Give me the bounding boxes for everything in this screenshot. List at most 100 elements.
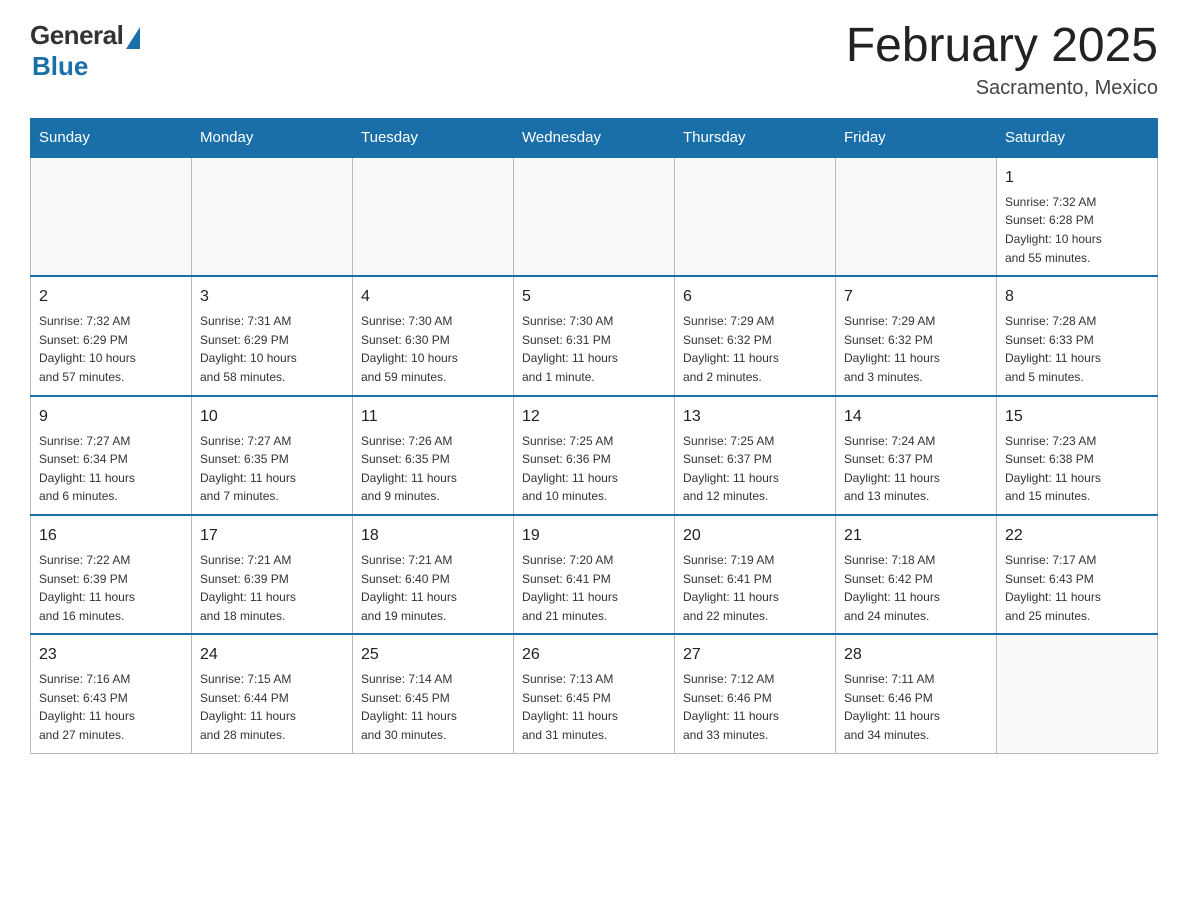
calendar-cell: 7Sunrise: 7:29 AM Sunset: 6:32 PM Daylig… [836, 276, 997, 395]
month-title: February 2025 [846, 20, 1158, 73]
calendar-cell: 6 Sunrise: 7:29 AM Sunset: 6:32 PM Daylig… [675, 276, 836, 395]
day-number: 3 [200, 285, 344, 309]
week-row: 2 Sunrise: 7:32 AM Sunset: 6:29 PM Daylig… [31, 276, 1158, 395]
calendar-cell: 8 Sunrise: 7:28 AM Sunset: 6:33 PM Daylig… [997, 276, 1158, 395]
day-number: 6 [683, 285, 827, 309]
day-number: 8 [1005, 285, 1149, 309]
day-info: Sunrise: 7:27 AM Sunset: 6:35 PM Dayligh… [200, 432, 344, 506]
title-block: February 2025 Sacramento, Mexico [846, 20, 1158, 100]
calendar-cell: 12Sunrise: 7:25 AM Sunset: 6:36 PM Dayli… [514, 396, 675, 515]
day-number: 7 [844, 285, 988, 309]
day-info: Sunrise: 7:13 AM Sunset: 6:45 PM Dayligh… [522, 670, 666, 744]
day-info: Sunrise: 7:18 AM Sunset: 6:42 PM Dayligh… [844, 551, 988, 625]
day-info: Sunrise: 7:25 AM Sunset: 6:37 PM Dayligh… [683, 432, 827, 506]
col-wednesday: Wednesday [514, 118, 675, 157]
logo-triangle-icon [126, 27, 140, 49]
page-header: General Blue February 2025 Sacramento, M… [30, 20, 1158, 100]
day-info: Sunrise: 7:21 AM Sunset: 6:39 PM Dayligh… [200, 551, 344, 625]
location-title: Sacramento, Mexico [846, 77, 1158, 100]
logo: General Blue [30, 20, 140, 82]
calendar-cell [192, 157, 353, 276]
day-info: Sunrise: 7:14 AM Sunset: 6:45 PM Dayligh… [361, 670, 505, 744]
calendar-cell: 26 Sunrise: 7:13 AM Sunset: 6:45 PM Dayli… [514, 634, 675, 753]
day-number: 2 [39, 285, 183, 309]
day-info: Sunrise: 7:32 AM Sunset: 6:28 PM Dayligh… [1005, 193, 1149, 267]
day-info: Sunrise: 7:30 AM Sunset: 6:31 PM Dayligh… [522, 312, 666, 386]
day-number: 27 [683, 643, 827, 667]
week-row: 23 Sunrise: 7:16 AM Sunset: 6:43 PM Dayli… [31, 634, 1158, 753]
day-number: 19 [522, 524, 666, 548]
calendar-cell [353, 157, 514, 276]
day-number: 24 [200, 643, 344, 667]
day-number: 22 [1005, 524, 1149, 548]
week-row: 9Sunrise: 7:27 AM Sunset: 6:34 PM Daylig… [31, 396, 1158, 515]
day-number: 26 [522, 643, 666, 667]
day-info: Sunrise: 7:19 AM Sunset: 6:41 PM Dayligh… [683, 551, 827, 625]
day-info: Sunrise: 7:12 AM Sunset: 6:46 PM Dayligh… [683, 670, 827, 744]
day-info: Sunrise: 7:23 AM Sunset: 6:38 PM Dayligh… [1005, 432, 1149, 506]
day-number: 11 [361, 405, 505, 429]
calendar-cell: 22 Sunrise: 7:17 AM Sunset: 6:43 PM Dayli… [997, 515, 1158, 634]
calendar-cell: 5 Sunrise: 7:30 AM Sunset: 6:31 PM Daylig… [514, 276, 675, 395]
day-number: 9 [39, 405, 183, 429]
calendar-cell: 23 Sunrise: 7:16 AM Sunset: 6:43 PM Dayli… [31, 634, 192, 753]
calendar-cell [997, 634, 1158, 753]
day-number: 15 [1005, 405, 1149, 429]
calendar-cell: 14 Sunrise: 7:24 AM Sunset: 6:37 PM Dayli… [836, 396, 997, 515]
calendar-cell: 1 Sunrise: 7:32 AM Sunset: 6:28 PM Daylig… [997, 157, 1158, 276]
col-monday: Monday [192, 118, 353, 157]
day-info: Sunrise: 7:21 AM Sunset: 6:40 PM Dayligh… [361, 551, 505, 625]
day-number: 13 [683, 405, 827, 429]
calendar-cell: 13 Sunrise: 7:25 AM Sunset: 6:37 PM Dayli… [675, 396, 836, 515]
col-thursday: Thursday [675, 118, 836, 157]
day-number: 23 [39, 643, 183, 667]
day-number: 14 [844, 405, 988, 429]
day-info: Sunrise: 7:15 AM Sunset: 6:44 PM Dayligh… [200, 670, 344, 744]
days-of-week-row: Sunday Monday Tuesday Wednesday Thursday… [31, 118, 1158, 157]
calendar-cell [31, 157, 192, 276]
calendar-cell: 18 Sunrise: 7:21 AM Sunset: 6:40 PM Dayli… [353, 515, 514, 634]
col-tuesday: Tuesday [353, 118, 514, 157]
calendar-cell: 9Sunrise: 7:27 AM Sunset: 6:34 PM Daylig… [31, 396, 192, 515]
calendar-cell: 28Sunrise: 7:11 AM Sunset: 6:46 PM Dayli… [836, 634, 997, 753]
day-number: 10 [200, 405, 344, 429]
logo-blue-text: Blue [32, 51, 88, 82]
day-info: Sunrise: 7:29 AM Sunset: 6:32 PM Dayligh… [683, 312, 827, 386]
logo-general-text: General [30, 20, 123, 51]
day-number: 18 [361, 524, 505, 548]
calendar-cell: 4Sunrise: 7:30 AM Sunset: 6:30 PM Daylig… [353, 276, 514, 395]
week-row: 16Sunrise: 7:22 AM Sunset: 6:39 PM Dayli… [31, 515, 1158, 634]
calendar-cell: 16Sunrise: 7:22 AM Sunset: 6:39 PM Dayli… [31, 515, 192, 634]
day-info: Sunrise: 7:31 AM Sunset: 6:29 PM Dayligh… [200, 312, 344, 386]
calendar-cell: 24 Sunrise: 7:15 AM Sunset: 6:44 PM Dayli… [192, 634, 353, 753]
calendar-cell: 11Sunrise: 7:26 AM Sunset: 6:35 PM Dayli… [353, 396, 514, 515]
day-info: Sunrise: 7:20 AM Sunset: 6:41 PM Dayligh… [522, 551, 666, 625]
week-row: 1 Sunrise: 7:32 AM Sunset: 6:28 PM Daylig… [31, 157, 1158, 276]
calendar-cell: 21 Sunrise: 7:18 AM Sunset: 6:42 PM Dayli… [836, 515, 997, 634]
day-info: Sunrise: 7:22 AM Sunset: 6:39 PM Dayligh… [39, 551, 183, 625]
day-info: Sunrise: 7:17 AM Sunset: 6:43 PM Dayligh… [1005, 551, 1149, 625]
calendar-cell: 2 Sunrise: 7:32 AM Sunset: 6:29 PM Daylig… [31, 276, 192, 395]
calendar-cell: 20 Sunrise: 7:19 AM Sunset: 6:41 PM Dayli… [675, 515, 836, 634]
day-info: Sunrise: 7:30 AM Sunset: 6:30 PM Dayligh… [361, 312, 505, 386]
calendar-cell: 10 Sunrise: 7:27 AM Sunset: 6:35 PM Dayli… [192, 396, 353, 515]
calendar-cell [836, 157, 997, 276]
calendar-table: Sunday Monday Tuesday Wednesday Thursday… [30, 118, 1158, 754]
calendar-cell: 19 Sunrise: 7:20 AM Sunset: 6:41 PM Dayli… [514, 515, 675, 634]
calendar-cell [514, 157, 675, 276]
day-info: Sunrise: 7:24 AM Sunset: 6:37 PM Dayligh… [844, 432, 988, 506]
calendar-cell: 27 Sunrise: 7:12 AM Sunset: 6:46 PM Dayli… [675, 634, 836, 753]
day-number: 21 [844, 524, 988, 548]
calendar-cell [675, 157, 836, 276]
col-friday: Friday [836, 118, 997, 157]
day-number: 20 [683, 524, 827, 548]
day-info: Sunrise: 7:16 AM Sunset: 6:43 PM Dayligh… [39, 670, 183, 744]
day-info: Sunrise: 7:11 AM Sunset: 6:46 PM Dayligh… [844, 670, 988, 744]
col-saturday: Saturday [997, 118, 1158, 157]
day-info: Sunrise: 7:28 AM Sunset: 6:33 PM Dayligh… [1005, 312, 1149, 386]
day-info: Sunrise: 7:32 AM Sunset: 6:29 PM Dayligh… [39, 312, 183, 386]
day-number: 5 [522, 285, 666, 309]
day-number: 1 [1005, 166, 1149, 190]
col-sunday: Sunday [31, 118, 192, 157]
calendar-cell: 17Sunrise: 7:21 AM Sunset: 6:39 PM Dayli… [192, 515, 353, 634]
